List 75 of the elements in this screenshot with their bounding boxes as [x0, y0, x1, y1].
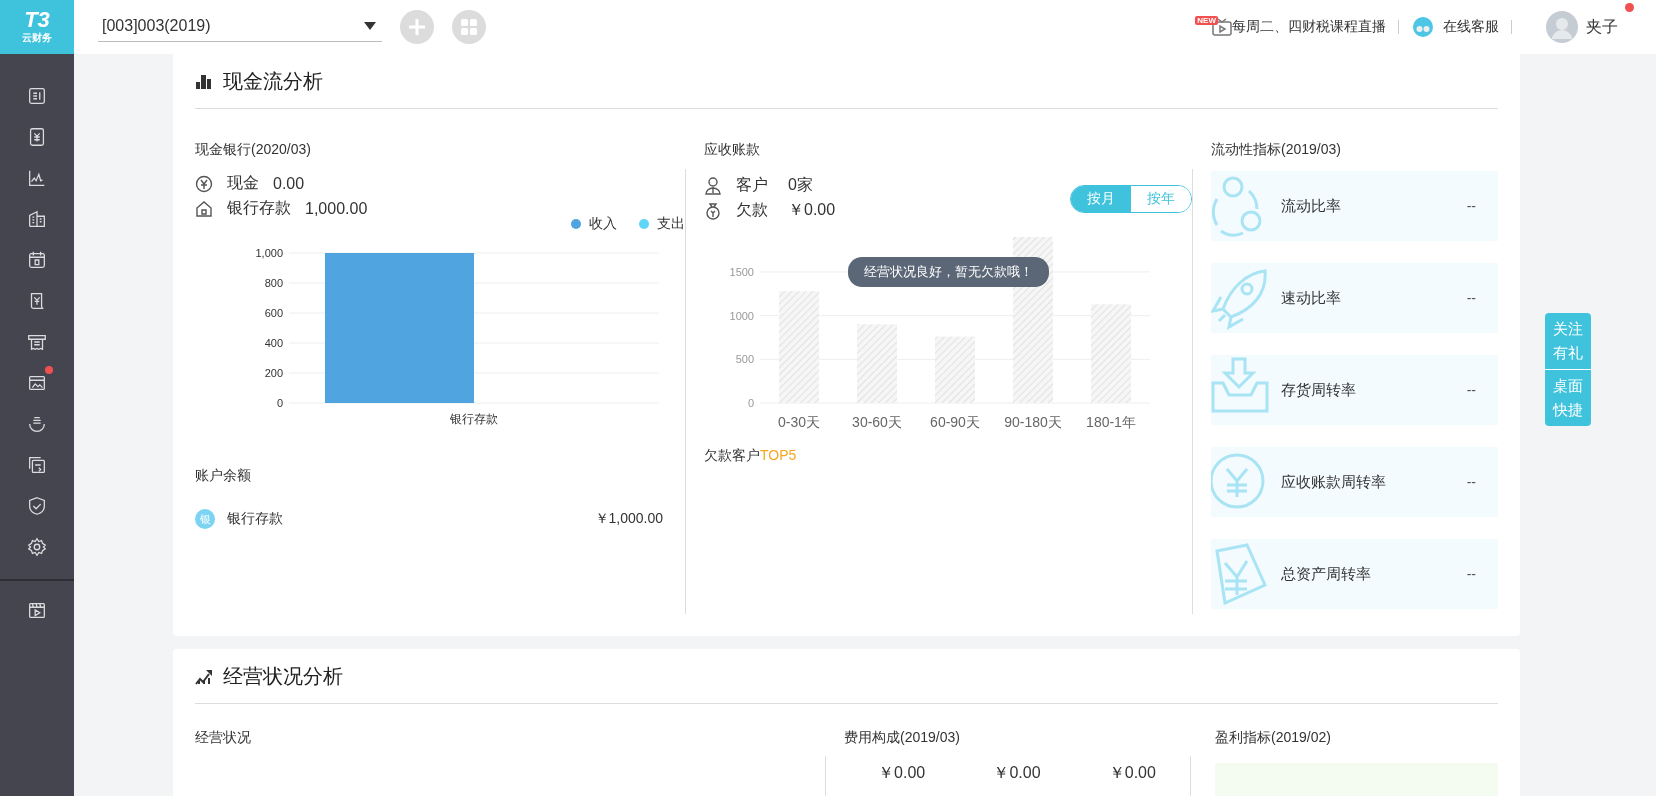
online-support-link[interactable]: 在线客服 [1443, 18, 1499, 36]
axis-label: 0-30天 [778, 414, 820, 430]
section-title: 流动性指标(2019/03) [1211, 141, 1342, 159]
bar [935, 336, 975, 403]
expense-value: ￥0.00 [1108, 763, 1156, 783]
section-title: 现金银行(2020/03) [195, 141, 312, 159]
trend-chart-icon [195, 667, 213, 685]
axis-label: 银行存款 [450, 412, 498, 426]
user-menu[interactable]: 夹子 [1546, 11, 1618, 43]
metric-value: -- [1466, 290, 1476, 306]
axis-label: 200 [264, 367, 283, 379]
axis-label: 600 [264, 307, 283, 319]
cash-value: 0.00 [273, 174, 305, 193]
caret-icon [364, 21, 376, 30]
logo[interactable]: T3 云财务 [0, 0, 74, 54]
section-title: 盈利指标(2019/02) [1215, 729, 1331, 745]
metric-label: 存货周转率 [1281, 380, 1357, 400]
axis-label: 0 [276, 397, 283, 409]
metric-label: 应收账款周转率 [1281, 472, 1387, 492]
expense-value: ￥0.00 [878, 763, 926, 783]
section-title: 欠款客户TOP5 [704, 447, 798, 465]
section-title: 账户余额 [195, 467, 252, 485]
bank-value: 1,000.00 [305, 199, 368, 218]
metric-label: 速动比率 [1281, 288, 1342, 308]
section-title: 应收账款 [704, 141, 761, 159]
metric-value: -- [1466, 382, 1476, 398]
axis-label: 30-60天 [852, 414, 902, 430]
metric-value: -- [1466, 198, 1476, 214]
axis-label: 180-1年 [1086, 414, 1136, 430]
axis-label: 400 [264, 337, 283, 349]
account-name: 银行存款 [227, 510, 284, 528]
settings-icon [26, 535, 48, 558]
grid-icon [460, 18, 478, 36]
section-title: 经营状况 [195, 729, 251, 745]
person-icon [704, 176, 722, 195]
support-avatar-icon [1411, 16, 1435, 38]
card-title: 经营状况分析 [223, 663, 343, 689]
section-title: 费用构成(2019/03) [844, 729, 960, 745]
account-amount: ￥1,000.00 [594, 510, 663, 528]
customers-value: 0家 [788, 175, 813, 195]
money-bag-icon [704, 201, 722, 220]
axis-label: 1,000 [255, 247, 283, 259]
plus-icon [407, 17, 427, 37]
live-course-link[interactable]: 每周二、四财税课程直播 [1232, 18, 1386, 36]
metric-value: -- [1466, 474, 1476, 490]
side-widget-button[interactable]: 关注有礼 [1545, 313, 1591, 369]
debt-value: ￥0.00 [788, 200, 836, 220]
card-title: 现金流分析 [223, 68, 323, 94]
axis-label: 800 [264, 277, 283, 289]
debt-label: 欠款 [736, 200, 768, 220]
yen-coin-icon [195, 174, 213, 193]
tooltip: 经营状况良好，暂无欠款哦！ [848, 257, 1049, 287]
axis-label: 0 [747, 397, 754, 409]
side-widget-button[interactable]: 桌面快捷 [1545, 369, 1591, 426]
metric-label: 总资产周转率 [1281, 564, 1372, 584]
expense-value: ￥0.00 [993, 763, 1041, 783]
period-toggle[interactable]: 按月 [1071, 186, 1131, 212]
cash-label: 现金 [227, 173, 259, 193]
home-icon [195, 199, 213, 218]
axis-label: 500 [735, 353, 754, 366]
legend-label: 收入 [589, 215, 617, 233]
bank-badge: 银 [195, 509, 215, 529]
metric-label: 流动比率 [1281, 196, 1342, 216]
new-badge: NEW [1195, 15, 1218, 25]
legend-label: 支出 [657, 215, 685, 233]
customers-label: 客户 [736, 175, 768, 195]
shield-check-icon [26, 494, 48, 517]
bar-chart-icon [195, 72, 213, 90]
metric-value: -- [1466, 566, 1476, 582]
axis-label: 90-180天 [1004, 414, 1062, 430]
user-avatar-icon [1546, 11, 1578, 43]
axis-label: 1500 [729, 265, 754, 278]
axis-label: 1000 [729, 309, 754, 322]
axis-label: 60-90天 [930, 414, 980, 430]
bank-label: 银行存款 [227, 198, 291, 218]
